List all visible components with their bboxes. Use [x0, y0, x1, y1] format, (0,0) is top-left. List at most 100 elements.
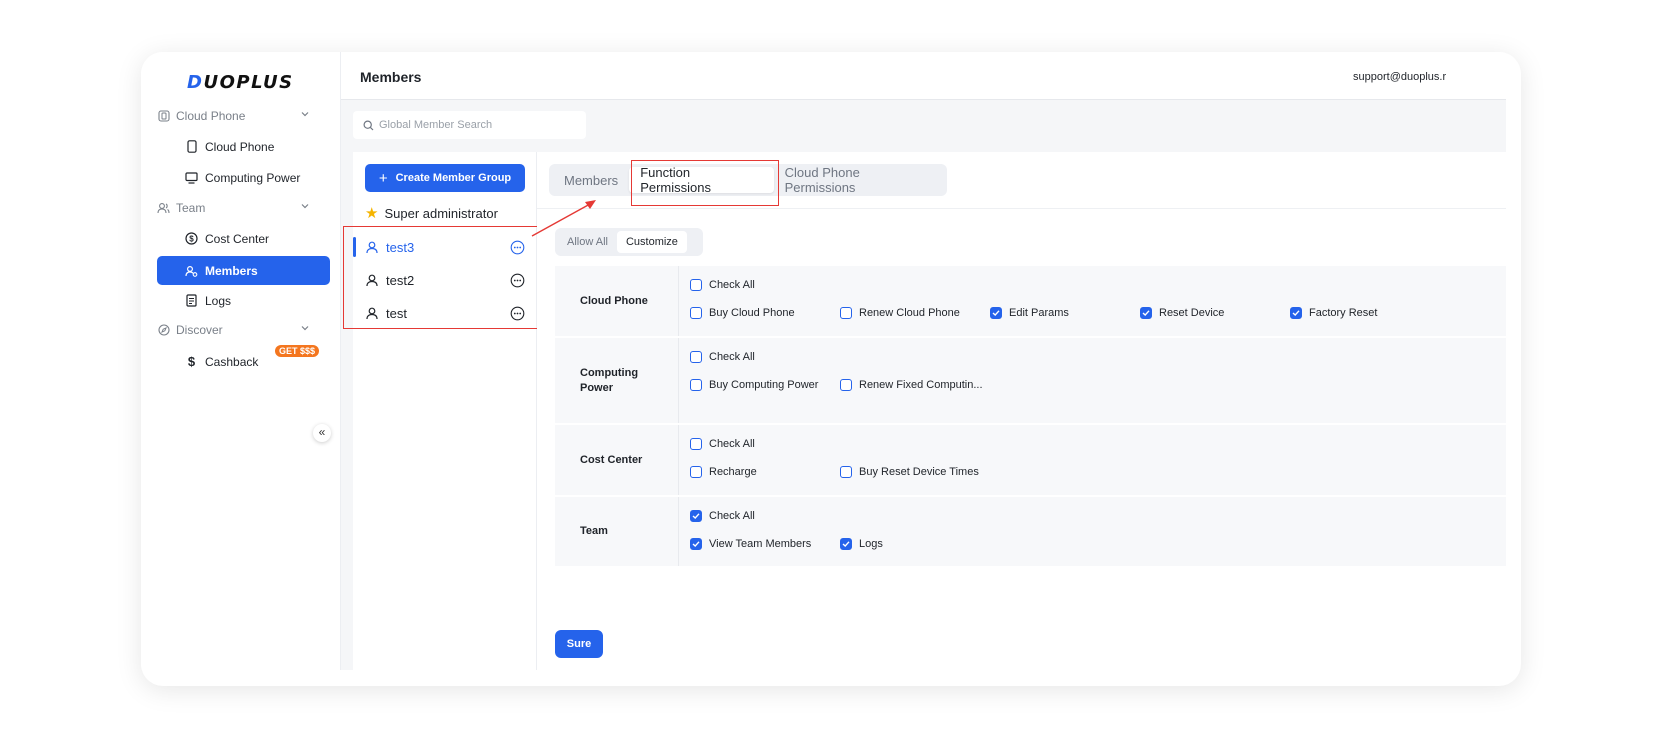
checkbox-checked-icon	[690, 538, 702, 550]
monitor-icon	[185, 171, 198, 184]
plus-icon: +	[378, 169, 388, 187]
checkbox-buy-reset-device-times[interactable]: Buy Reset Device Times	[840, 466, 979, 478]
create-member-group-label: Create Member Group	[395, 172, 512, 184]
sidebar-item-label: Computing Power	[205, 170, 301, 185]
sidebar-item-cloud-phone[interactable]: Cloud Phone	[157, 132, 330, 161]
search-placeholder: Global Member Search	[379, 119, 493, 131]
screenshot-frame: DUOPLUS Cloud Phone Cloud Phone Computin…	[141, 52, 1521, 686]
document-icon	[185, 294, 198, 307]
permission-section-cloud-phone: Cloud Phone Check All Buy Cloud Phone Re…	[555, 266, 1506, 337]
section-title: Computing Power	[555, 338, 679, 423]
checkbox-renew-cloud-phone[interactable]: Renew Cloud Phone	[840, 307, 960, 319]
page-title: Members	[360, 69, 422, 85]
checkbox-label: Buy Cloud Phone	[709, 307, 795, 319]
content-area: + Create Member Group ★ Super administra…	[341, 152, 1506, 670]
checkbox-label: View Team Members	[709, 538, 812, 550]
checkbox-icon	[690, 466, 702, 478]
sidebar-item-cashback[interactable]: $ Cashback GET $$$	[157, 345, 330, 376]
group-super-administrator[interactable]: ★ Super administrator	[365, 202, 498, 224]
checkbox-icon	[840, 307, 852, 319]
checkbox-label: Reset Device	[1159, 307, 1225, 319]
dollar-icon: $	[187, 354, 196, 369]
sidebar-item-cost-center[interactable]: $ Cost Center	[157, 224, 330, 253]
sure-button[interactable]: Sure	[555, 630, 603, 658]
phone-icon	[185, 140, 198, 153]
checkbox-label: Check All	[709, 510, 755, 522]
permissions-panel: Members Function Permissions Cloud Phone…	[537, 152, 1506, 670]
annotation-arrow	[531, 200, 596, 237]
sidebar: DUOPLUS Cloud Phone Cloud Phone Computin…	[141, 52, 341, 670]
checkbox-edit-params[interactable]: Edit Params	[990, 307, 1069, 319]
checkbox-checked-icon	[840, 538, 852, 550]
tab-cloud-phone-permissions[interactable]: Cloud Phone Permissions	[774, 165, 943, 195]
checkbox-label: Buy Computing Power	[709, 379, 819, 391]
search-icon	[363, 119, 374, 130]
checkbox-icon	[690, 379, 702, 391]
team-icon	[157, 202, 170, 215]
create-member-group-button[interactable]: + Create Member Group	[365, 164, 525, 192]
sidebar-item-logs[interactable]: Logs	[157, 286, 330, 315]
sidebar-group-cloud-phone[interactable]: Cloud Phone	[157, 102, 323, 130]
permission-section-computing-power: Computing Power Check All Buy Computing …	[555, 338, 1506, 424]
members-icon	[185, 264, 198, 277]
checkbox-check-all[interactable]: Check All	[690, 438, 755, 450]
section-title: Cost Center	[555, 425, 679, 495]
section-title: Cloud Phone	[555, 266, 679, 336]
checkbox-check-all[interactable]: Check All	[690, 279, 755, 291]
groups-highlight-box	[343, 226, 538, 329]
checkbox-icon	[840, 466, 852, 478]
checkbox-checked-icon	[990, 307, 1002, 319]
sidebar-group-label: Team	[176, 201, 206, 215]
cashback-badge: GET $$$	[275, 345, 320, 357]
member-groups-panel: + Create Member Group ★ Super administra…	[343, 152, 538, 670]
sidebar-group-discover[interactable]: Discover	[157, 316, 323, 344]
checkbox-label: Edit Params	[1009, 307, 1069, 319]
checkbox-buy-computing-power[interactable]: Buy Computing Power	[690, 379, 818, 391]
checkbox-logs[interactable]: Logs	[840, 538, 883, 550]
global-member-search-input[interactable]: Global Member Search	[353, 111, 586, 139]
checkbox-icon	[840, 379, 852, 391]
sidebar-group-label: Cloud Phone	[176, 109, 246, 123]
checkbox-label: Check All	[709, 351, 755, 363]
checkbox-reset-device[interactable]: Reset Device	[1140, 307, 1224, 319]
chevron-down-icon	[301, 204, 309, 209]
checkbox-label: Logs	[859, 538, 883, 550]
star-icon: ★	[365, 205, 379, 222]
checkbox-icon	[690, 307, 702, 319]
sidebar-group-team[interactable]: Team	[157, 194, 323, 222]
logo-accent: D	[187, 72, 204, 93]
checkbox-label: Buy Reset Device Times	[859, 466, 979, 478]
sidebar-item-label: Members	[205, 263, 258, 278]
dollar-circle-icon: $	[185, 232, 198, 245]
checkbox-label: Renew Cloud Phone	[859, 307, 960, 319]
checkbox-buy-cloud-phone[interactable]: Buy Cloud Phone	[690, 307, 795, 319]
checkbox-recharge[interactable]: Recharge	[690, 466, 757, 478]
collapse-sidebar-button[interactable]: «	[313, 424, 331, 442]
chevron-down-icon	[301, 112, 309, 117]
checkbox-icon	[690, 438, 702, 450]
checkbox-checked-icon	[1290, 307, 1302, 319]
chevron-down-icon	[301, 326, 309, 331]
sidebar-item-computing-power[interactable]: Computing Power	[157, 163, 330, 192]
section-title: Team	[555, 497, 679, 566]
checkbox-label: Check All	[709, 279, 755, 291]
svg-text:$: $	[189, 235, 194, 244]
checkbox-renew-fixed-computing[interactable]: Renew Fixed Computin...	[840, 379, 983, 391]
tab-members[interactable]: Members	[553, 167, 629, 193]
checkbox-checked-icon	[1140, 307, 1152, 319]
checkbox-view-team-members[interactable]: View Team Members	[690, 538, 811, 550]
account-email[interactable]: support@duoplus.r	[1353, 71, 1506, 83]
permission-section-team: Team Check All View Team Members Logs	[555, 497, 1506, 567]
checkbox-check-all[interactable]: Check All	[690, 351, 755, 363]
checkbox-label: Renew Fixed Computin...	[859, 379, 983, 391]
sidebar-item-members[interactable]: Members	[157, 256, 330, 285]
checkbox-factory-reset[interactable]: Factory Reset	[1290, 307, 1377, 319]
top-header: Members support@duoplus.r	[341, 52, 1506, 100]
checkbox-label: Recharge	[709, 466, 757, 478]
logo-rest: UOPLUS	[203, 72, 294, 93]
checkbox-check-all[interactable]: Check All	[690, 510, 755, 522]
logo: DUOPLUS	[187, 72, 294, 93]
checkbox-icon	[690, 279, 702, 291]
sidebar-item-label: Cashback	[205, 354, 259, 369]
sidebar-item-label: Cloud Phone	[205, 139, 275, 154]
